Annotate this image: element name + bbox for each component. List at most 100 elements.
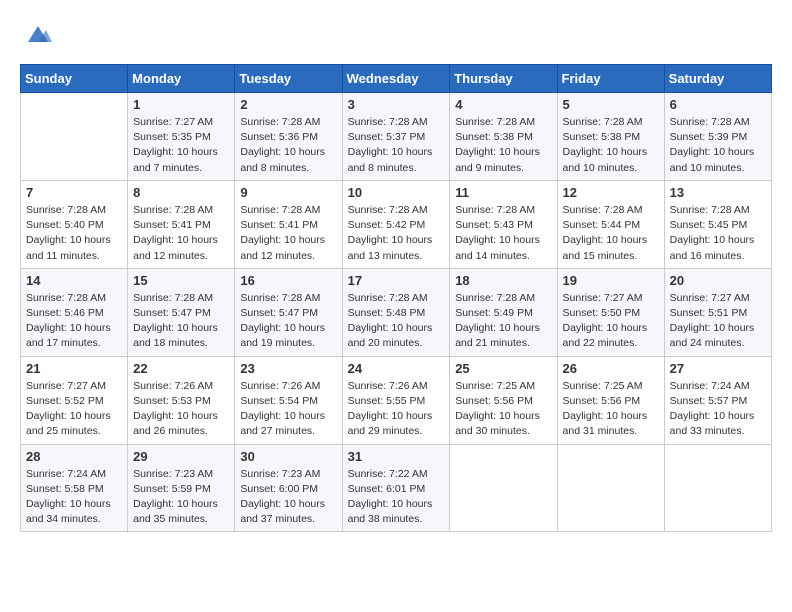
day-number: 11	[455, 185, 551, 200]
week-row-3: 14 Sunrise: 7:28 AM Sunset: 5:46 PM Dayli…	[21, 268, 772, 356]
day-details: Sunrise: 7:28 AM Sunset: 5:42 PM Dayligh…	[348, 203, 445, 264]
calendar-cell: 27 Sunrise: 7:24 AM Sunset: 5:57 PM Dayli…	[664, 356, 771, 444]
day-details: Sunrise: 7:28 AM Sunset: 5:37 PM Dayligh…	[348, 115, 445, 176]
day-details: Sunrise: 7:27 AM Sunset: 5:52 PM Dayligh…	[26, 379, 122, 440]
day-details: Sunrise: 7:25 AM Sunset: 5:56 PM Dayligh…	[455, 379, 551, 440]
day-details: Sunrise: 7:27 AM Sunset: 5:51 PM Dayligh…	[670, 291, 766, 352]
calendar-cell: 13Sunrise: 7:28 AM Sunset: 5:45 PM Dayli…	[664, 180, 771, 268]
header-monday: Monday	[128, 65, 235, 93]
day-details: Sunrise: 7:28 AM Sunset: 5:38 PM Dayligh…	[563, 115, 659, 176]
calendar-cell	[21, 93, 128, 181]
day-details: Sunrise: 7:25 AM Sunset: 5:56 PM Dayligh…	[563, 379, 659, 440]
day-details: Sunrise: 7:28 AM Sunset: 5:36 PM Dayligh…	[240, 115, 336, 176]
calendar-cell	[450, 444, 557, 532]
logo-icon	[24, 20, 52, 48]
calendar-cell: 17Sunrise: 7:28 AM Sunset: 5:48 PM Dayli…	[342, 268, 450, 356]
day-details: Sunrise: 7:28 AM Sunset: 5:47 PM Dayligh…	[240, 291, 336, 352]
day-details: Sunrise: 7:28 AM Sunset: 5:41 PM Dayligh…	[240, 203, 336, 264]
calendar-cell: 18 Sunrise: 7:28 AM Sunset: 5:49 PM Dayli…	[450, 268, 557, 356]
day-details: Sunrise: 7:28 AM Sunset: 5:46 PM Dayligh…	[26, 291, 122, 352]
day-details: Sunrise: 7:28 AM Sunset: 5:39 PM Dayligh…	[670, 115, 766, 176]
day-number: 24	[348, 361, 445, 376]
day-number: 25	[455, 361, 551, 376]
day-number: 3	[348, 97, 445, 112]
calendar-cell	[664, 444, 771, 532]
day-details: Sunrise: 7:24 AM Sunset: 5:57 PM Dayligh…	[670, 379, 766, 440]
day-number: 18	[455, 273, 551, 288]
day-number: 1	[133, 97, 229, 112]
day-details: Sunrise: 7:28 AM Sunset: 5:41 PM Dayligh…	[133, 203, 229, 264]
day-number: 30	[240, 449, 336, 464]
calendar-cell: 9 Sunrise: 7:28 AM Sunset: 5:41 PM Daylig…	[235, 180, 342, 268]
calendar-cell: 7 Sunrise: 7:28 AM Sunset: 5:40 PM Daylig…	[21, 180, 128, 268]
calendar-cell: 1 Sunrise: 7:27 AM Sunset: 5:35 PM Daylig…	[128, 93, 235, 181]
calendar-cell: 14 Sunrise: 7:28 AM Sunset: 5:46 PM Dayli…	[21, 268, 128, 356]
calendar-cell: 15 Sunrise: 7:28 AM Sunset: 5:47 PM Dayli…	[128, 268, 235, 356]
day-number: 7	[26, 185, 122, 200]
day-details: Sunrise: 7:28 AM Sunset: 5:49 PM Dayligh…	[455, 291, 551, 352]
header-tuesday: Tuesday	[235, 65, 342, 93]
header-row: SundayMondayTuesdayWednesdayThursdayFrid…	[21, 65, 772, 93]
day-details: Sunrise: 7:28 AM Sunset: 5:48 PM Dayligh…	[348, 291, 445, 352]
day-details: Sunrise: 7:26 AM Sunset: 5:54 PM Dayligh…	[240, 379, 336, 440]
day-number: 22	[133, 361, 229, 376]
day-number: 27	[670, 361, 766, 376]
calendar-cell: 2Sunrise: 7:28 AM Sunset: 5:36 PM Daylig…	[235, 93, 342, 181]
header-thursday: Thursday	[450, 65, 557, 93]
day-number: 15	[133, 273, 229, 288]
calendar-cell: 12 Sunrise: 7:28 AM Sunset: 5:44 PM Dayli…	[557, 180, 664, 268]
week-row-2: 7 Sunrise: 7:28 AM Sunset: 5:40 PM Daylig…	[21, 180, 772, 268]
calendar-cell: 16Sunrise: 7:28 AM Sunset: 5:47 PM Dayli…	[235, 268, 342, 356]
header-wednesday: Wednesday	[342, 65, 450, 93]
day-details: Sunrise: 7:28 AM Sunset: 5:40 PM Dayligh…	[26, 203, 122, 264]
day-number: 19	[563, 273, 659, 288]
day-details: Sunrise: 7:28 AM Sunset: 5:38 PM Dayligh…	[455, 115, 551, 176]
calendar-cell: 24Sunrise: 7:26 AM Sunset: 5:55 PM Dayli…	[342, 356, 450, 444]
calendar-cell: 28Sunrise: 7:24 AM Sunset: 5:58 PM Dayli…	[21, 444, 128, 532]
day-number: 9	[240, 185, 336, 200]
day-details: Sunrise: 7:22 AM Sunset: 6:01 PM Dayligh…	[348, 467, 445, 528]
day-details: Sunrise: 7:27 AM Sunset: 5:35 PM Dayligh…	[133, 115, 229, 176]
calendar-cell: 22 Sunrise: 7:26 AM Sunset: 5:53 PM Dayli…	[128, 356, 235, 444]
day-details: Sunrise: 7:23 AM Sunset: 6:00 PM Dayligh…	[240, 467, 336, 528]
calendar-cell: 8 Sunrise: 7:28 AM Sunset: 5:41 PM Daylig…	[128, 180, 235, 268]
day-number: 12	[563, 185, 659, 200]
day-number: 10	[348, 185, 445, 200]
calendar-body: 1 Sunrise: 7:27 AM Sunset: 5:35 PM Daylig…	[21, 93, 772, 532]
header-saturday: Saturday	[664, 65, 771, 93]
day-details: Sunrise: 7:26 AM Sunset: 5:53 PM Dayligh…	[133, 379, 229, 440]
day-number: 8	[133, 185, 229, 200]
calendar-cell: 5 Sunrise: 7:28 AM Sunset: 5:38 PM Daylig…	[557, 93, 664, 181]
calendar-cell: 20Sunrise: 7:27 AM Sunset: 5:51 PM Dayli…	[664, 268, 771, 356]
calendar-cell: 23 Sunrise: 7:26 AM Sunset: 5:54 PM Dayli…	[235, 356, 342, 444]
week-row-5: 28Sunrise: 7:24 AM Sunset: 5:58 PM Dayli…	[21, 444, 772, 532]
day-details: Sunrise: 7:23 AM Sunset: 5:59 PM Dayligh…	[133, 467, 229, 528]
day-number: 21	[26, 361, 122, 376]
day-number: 13	[670, 185, 766, 200]
header-friday: Friday	[557, 65, 664, 93]
calendar-cell: 31 Sunrise: 7:22 AM Sunset: 6:01 PM Dayli…	[342, 444, 450, 532]
day-details: Sunrise: 7:28 AM Sunset: 5:44 PM Dayligh…	[563, 203, 659, 264]
day-number: 26	[563, 361, 659, 376]
calendar-cell: 29 Sunrise: 7:23 AM Sunset: 5:59 PM Dayli…	[128, 444, 235, 532]
day-details: Sunrise: 7:24 AM Sunset: 5:58 PM Dayligh…	[26, 467, 122, 528]
calendar-cell	[557, 444, 664, 532]
day-details: Sunrise: 7:28 AM Sunset: 5:43 PM Dayligh…	[455, 203, 551, 264]
day-number: 5	[563, 97, 659, 112]
day-details: Sunrise: 7:28 AM Sunset: 5:47 PM Dayligh…	[133, 291, 229, 352]
calendar-cell: 30 Sunrise: 7:23 AM Sunset: 6:00 PM Dayli…	[235, 444, 342, 532]
day-number: 6	[670, 97, 766, 112]
calendar-cell: 21 Sunrise: 7:27 AM Sunset: 5:52 PM Dayli…	[21, 356, 128, 444]
calendar-cell: 26 Sunrise: 7:25 AM Sunset: 5:56 PM Dayli…	[557, 356, 664, 444]
day-number: 23	[240, 361, 336, 376]
day-number: 4	[455, 97, 551, 112]
calendar-cell: 19Sunrise: 7:27 AM Sunset: 5:50 PM Dayli…	[557, 268, 664, 356]
day-number: 29	[133, 449, 229, 464]
day-number: 14	[26, 273, 122, 288]
header-sunday: Sunday	[21, 65, 128, 93]
calendar-header: SundayMondayTuesdayWednesdayThursdayFrid…	[21, 65, 772, 93]
week-row-4: 21 Sunrise: 7:27 AM Sunset: 5:52 PM Dayli…	[21, 356, 772, 444]
day-number: 31	[348, 449, 445, 464]
logo	[20, 20, 52, 48]
page-header	[20, 20, 772, 48]
